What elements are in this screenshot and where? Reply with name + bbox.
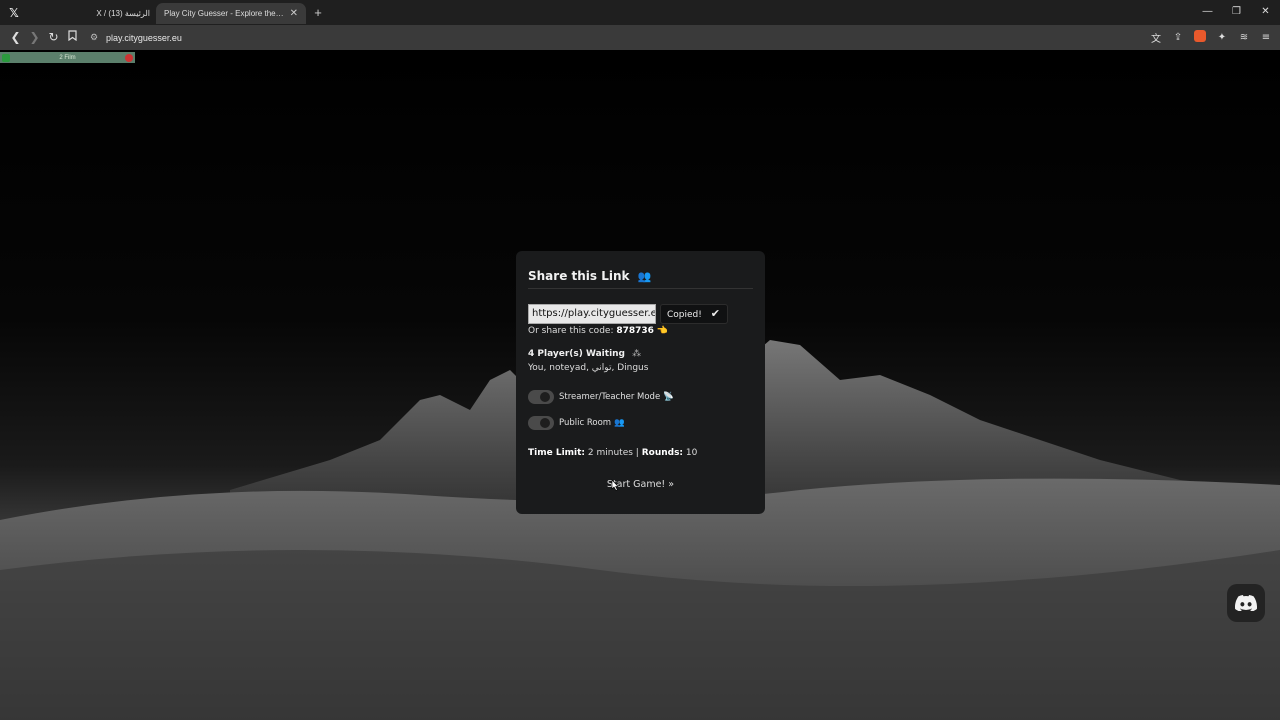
extension-close-icon[interactable] — [125, 53, 133, 62]
players-list: You, noteyad, تواني, Dingus — [528, 363, 649, 373]
reload-button[interactable]: ↻ — [44, 28, 63, 47]
discord-button[interactable] — [1227, 584, 1265, 622]
minimize-button[interactable]: — — [1193, 0, 1222, 25]
rounds-value: 10 — [685, 448, 698, 458]
start-game-button[interactable]: Start Game!» — [516, 479, 765, 490]
address-bar[interactable]: play.cityguesser.eu — [106, 33, 182, 43]
pointing-hand-icon: 👈 — [656, 326, 669, 336]
mouse-cursor-icon — [611, 479, 619, 491]
users-icon: 👥 — [614, 418, 625, 428]
share-code-value: 878736 — [616, 326, 654, 336]
forward-button[interactable]: ❯ — [25, 28, 44, 47]
extension-bar: 2 Film — [0, 52, 135, 63]
new-tab-button[interactable]: + — [306, 5, 330, 20]
close-tab-icon[interactable]: ✕ — [290, 8, 298, 19]
check-icon: ✔ — [710, 307, 720, 320]
x-logo-icon: 𝕏 — [9, 5, 19, 20]
divider — [528, 288, 753, 289]
time-limit-label: Time Limit: — [528, 448, 586, 458]
streamer-mode-row: Streamer/Teacher Mode 📡 — [528, 390, 674, 404]
rounds-label: Rounds: — [641, 448, 684, 458]
toolbar-right: 文 ⇪ ✦ ≋ ≡ — [1148, 25, 1274, 50]
public-room-toggle[interactable] — [528, 416, 554, 430]
extension-label: 2 Film — [59, 54, 76, 61]
bookmark-icon[interactable] — [63, 28, 82, 47]
share-code-prefix: Or share this code: — [528, 326, 614, 336]
site-info-icon[interactable]: ⚙ — [90, 32, 102, 43]
copy-label: Copied! — [667, 310, 702, 320]
streamer-mode-toggle[interactable] — [528, 390, 554, 404]
public-room-row: Public Room 👥 — [528, 416, 625, 430]
tab-title: Play City Guesser - Explore the W — [164, 9, 284, 18]
tab-bar: 𝕏 X / الرئيسة (13) Play City Guesser - E… — [0, 0, 1280, 25]
share-link-modal: Share this Link 👥 https://play.cityguess… — [516, 251, 765, 514]
back-button[interactable]: ❮ — [6, 28, 25, 47]
tab-title: X / الرئيسة (13) — [96, 9, 150, 18]
extensions-icon[interactable]: ✦ — [1214, 32, 1230, 43]
brave-shields-icon[interactable] — [1192, 30, 1208, 45]
tab-x-home[interactable]: X / الرئيسة (13) — [28, 3, 156, 24]
discord-icon — [1235, 595, 1257, 611]
translate-icon[interactable]: 文 — [1148, 30, 1164, 45]
extension-green-icon[interactable] — [2, 53, 10, 62]
users-icon: 👥 — [637, 270, 652, 283]
share-code-line: Or share this code: 878736 👈 — [528, 326, 668, 336]
share-link-input[interactable]: https://play.cityguesser.eu — [528, 304, 656, 324]
players-waiting-text: 4 Player(s) Waiting — [528, 349, 626, 359]
menu-icon[interactable]: ≡ — [1258, 32, 1274, 43]
window-controls: — ❐ ✕ — [1193, 0, 1280, 25]
tab-cityguesser[interactable]: Play City Guesser - Explore the W ✕ — [156, 3, 306, 24]
streamer-mode-label: Streamer/Teacher Mode — [559, 392, 661, 402]
double-chevron-right-icon: » — [668, 479, 675, 490]
public-room-label: Public Room — [559, 418, 612, 428]
modal-title-text: Share this Link — [528, 269, 630, 283]
navigation-bar: ❮ ❯ ↻ ⚙ play.cityguesser.eu 文 ⇪ ✦ ≋ ≡ — [0, 25, 1280, 50]
sidebar-icon[interactable]: ≋ — [1236, 32, 1252, 43]
copy-link-button[interactable]: Copied! ✔ — [660, 304, 728, 324]
broadcast-icon: 📡 — [663, 392, 674, 402]
close-window-button[interactable]: ✕ — [1251, 0, 1280, 25]
share-icon[interactable]: ⇪ — [1170, 32, 1186, 43]
game-settings-summary: Time Limit: 2 minutes | Rounds: 10 — [528, 448, 698, 458]
time-limit-value: 2 minutes — [587, 448, 633, 458]
players-waiting-heading: 4 Player(s) Waiting ⁂ — [528, 349, 641, 359]
loading-spinner-icon: ⁂ — [632, 349, 642, 359]
modal-title: Share this Link 👥 — [528, 269, 651, 283]
restore-button[interactable]: ❐ — [1222, 0, 1251, 25]
page-background: 2 Film Share this Link 👥 https://play.ci… — [0, 50, 1280, 720]
